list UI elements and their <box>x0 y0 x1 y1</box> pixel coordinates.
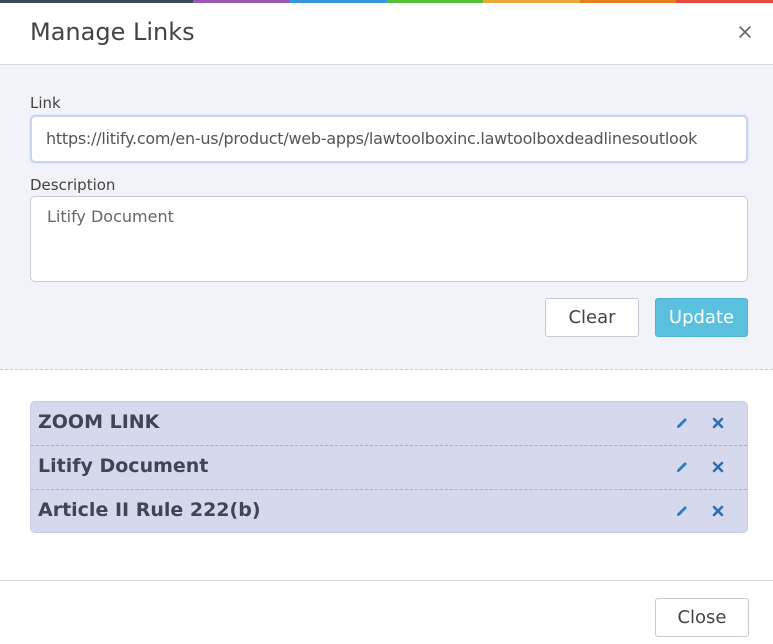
close-icon[interactable] <box>711 416 725 430</box>
pencil-icon[interactable] <box>675 416 689 430</box>
link-input[interactable]: https://litify.com/en-us/product/web-app… <box>30 115 748 163</box>
link-title[interactable]: Litify Document <box>38 455 208 477</box>
dialog-header: Manage Links <box>0 3 773 65</box>
link-title[interactable]: ZOOM LINK <box>38 411 159 433</box>
links-list: ZOOM LINK Litify Document Article II Rul… <box>30 401 748 533</box>
update-button[interactable]: Update <box>655 298 748 337</box>
description-label: Description <box>30 176 116 194</box>
pencil-icon[interactable] <box>675 504 689 518</box>
dialog-footer: Close <box>0 580 773 644</box>
close-icon[interactable] <box>711 504 725 518</box>
link-row: ZOOM LINK <box>31 402 747 446</box>
link-row: Article II Rule 222(b) <box>31 490 747 534</box>
link-form: Link https://litify.com/en-us/product/we… <box>0 65 773 370</box>
link-row: Litify Document <box>31 446 747 490</box>
clear-button[interactable]: Clear <box>545 298 639 337</box>
close-icon[interactable] <box>711 460 725 474</box>
link-label: Link <box>30 94 61 112</box>
close-icon[interactable] <box>738 25 752 39</box>
link-title[interactable]: Article II Rule 222(b) <box>38 499 261 521</box>
close-button[interactable]: Close <box>655 598 749 637</box>
description-textarea[interactable]: Litify Document <box>30 196 748 282</box>
dialog-title: Manage Links <box>30 18 195 46</box>
pencil-icon[interactable] <box>675 460 689 474</box>
